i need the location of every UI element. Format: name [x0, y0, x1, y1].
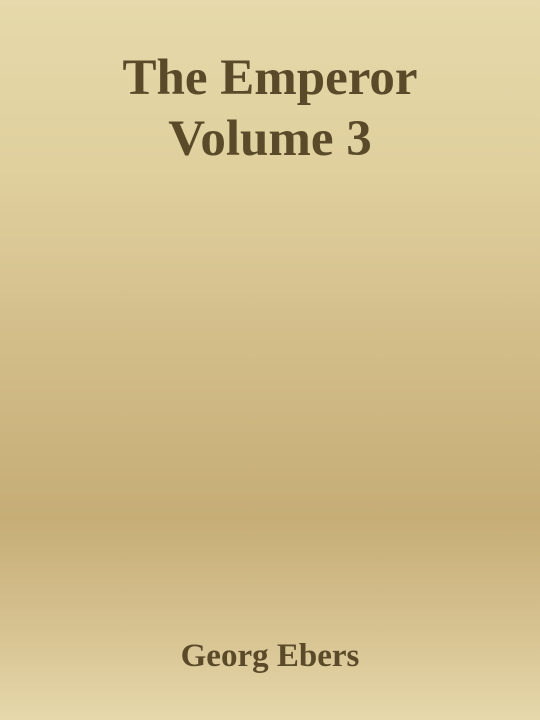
title-line-1: The Emperor	[122, 50, 418, 106]
book-title: The Emperor Volume 3	[0, 48, 540, 170]
title-line-2: Volume 3	[168, 111, 372, 167]
book-author: Georg Ebers	[180, 638, 360, 674]
book-cover: The Emperor Volume 3 Georg Ebers	[0, 0, 540, 720]
